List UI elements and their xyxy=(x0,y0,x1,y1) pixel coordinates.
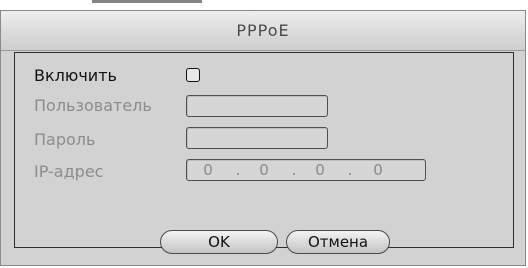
dialog-title: PPPoE xyxy=(236,21,290,40)
dialog-titlebar: PPPoE xyxy=(1,11,525,51)
ip-address-field[interactable]: 0 . 0 . 0 . 0 xyxy=(186,159,426,181)
ok-button[interactable]: OK xyxy=(160,230,278,254)
user-field[interactable] xyxy=(186,95,328,117)
user-label: Пользователь xyxy=(34,96,152,115)
password-field[interactable] xyxy=(186,127,328,149)
ip-address-label: IP-адрес xyxy=(34,162,104,181)
ip-octet-1[interactable]: 0 xyxy=(193,160,223,180)
ip-separator: . xyxy=(347,161,353,179)
password-label: Пароль xyxy=(34,130,96,149)
cancel-button[interactable]: Отмена xyxy=(286,230,390,254)
ip-separator: . xyxy=(235,161,241,179)
ip-octet-2[interactable]: 0 xyxy=(249,160,279,180)
ip-octet-4[interactable]: 0 xyxy=(363,160,393,180)
ip-separator: . xyxy=(291,161,297,179)
ip-octet-3[interactable]: 0 xyxy=(305,160,335,180)
enable-checkbox[interactable] xyxy=(186,68,200,82)
enable-label: Включить xyxy=(34,66,117,85)
